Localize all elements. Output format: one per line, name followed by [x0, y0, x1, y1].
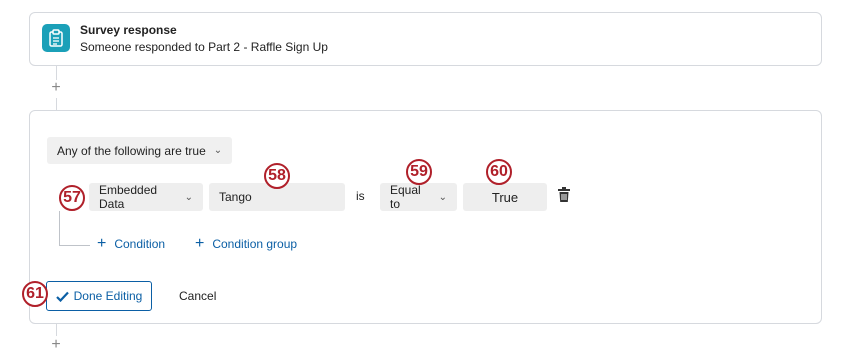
- add-step-plus-icon[interactable]: +: [48, 336, 64, 353]
- done-editing-label: Done Editing: [73, 289, 143, 303]
- add-condition-group-label: Condition group: [212, 237, 298, 251]
- clipboard-icon: [42, 24, 70, 52]
- trigger-title: Survey response: [80, 23, 177, 37]
- connector-line: [56, 66, 57, 80]
- comparison-label: Equal to: [390, 183, 421, 211]
- callout-60: 60: [486, 159, 512, 185]
- add-condition-button[interactable]: + Condition: [97, 235, 166, 252]
- connector-line: [56, 98, 57, 110]
- callout-59: 59: [406, 159, 432, 185]
- field-type-label: Embedded Data: [99, 183, 158, 211]
- callout-58: 58: [264, 163, 290, 189]
- value-text: True: [491, 189, 519, 205]
- plus-icon: +: [97, 235, 107, 252]
- field-type-dropdown[interactable]: Embedded Data ⌄: [89, 183, 203, 211]
- add-condition-group-button[interactable]: + Condition group: [195, 235, 298, 252]
- chevron-down-icon: ⌄: [213, 145, 223, 156]
- condition-card: Any of the following are true ⌄ Embedded…: [29, 110, 822, 324]
- chevron-down-icon: ⌄: [184, 191, 193, 203]
- value-input[interactable]: True: [463, 183, 547, 211]
- add-condition-label: Condition: [114, 237, 166, 251]
- callout-57: 57: [59, 185, 85, 211]
- cancel-button[interactable]: Cancel: [179, 289, 216, 303]
- add-step-plus-icon[interactable]: +: [48, 79, 64, 96]
- tree-connector: [59, 211, 90, 246]
- trigger-subtitle: Someone responded to Part 2 - Raffle Sig…: [80, 40, 328, 54]
- done-editing-button[interactable]: Done Editing: [46, 281, 152, 311]
- match-mode-label: Any of the following are true: [57, 143, 206, 158]
- match-mode-dropdown[interactable]: Any of the following are true ⌄: [47, 137, 233, 164]
- checkmark-icon: [55, 291, 69, 302]
- connector-line: [56, 324, 57, 336]
- trigger-card[interactable]: Survey response Someone responded to Par…: [29, 12, 822, 66]
- comparison-dropdown[interactable]: Equal to ⌄: [380, 183, 457, 211]
- plus-icon: +: [195, 235, 205, 252]
- trash-icon[interactable]: [557, 187, 571, 203]
- field-value-text: Tango: [219, 190, 252, 204]
- operator-word: is: [356, 189, 365, 203]
- chevron-down-icon: ⌄: [438, 191, 447, 203]
- callout-61: 61: [22, 281, 48, 307]
